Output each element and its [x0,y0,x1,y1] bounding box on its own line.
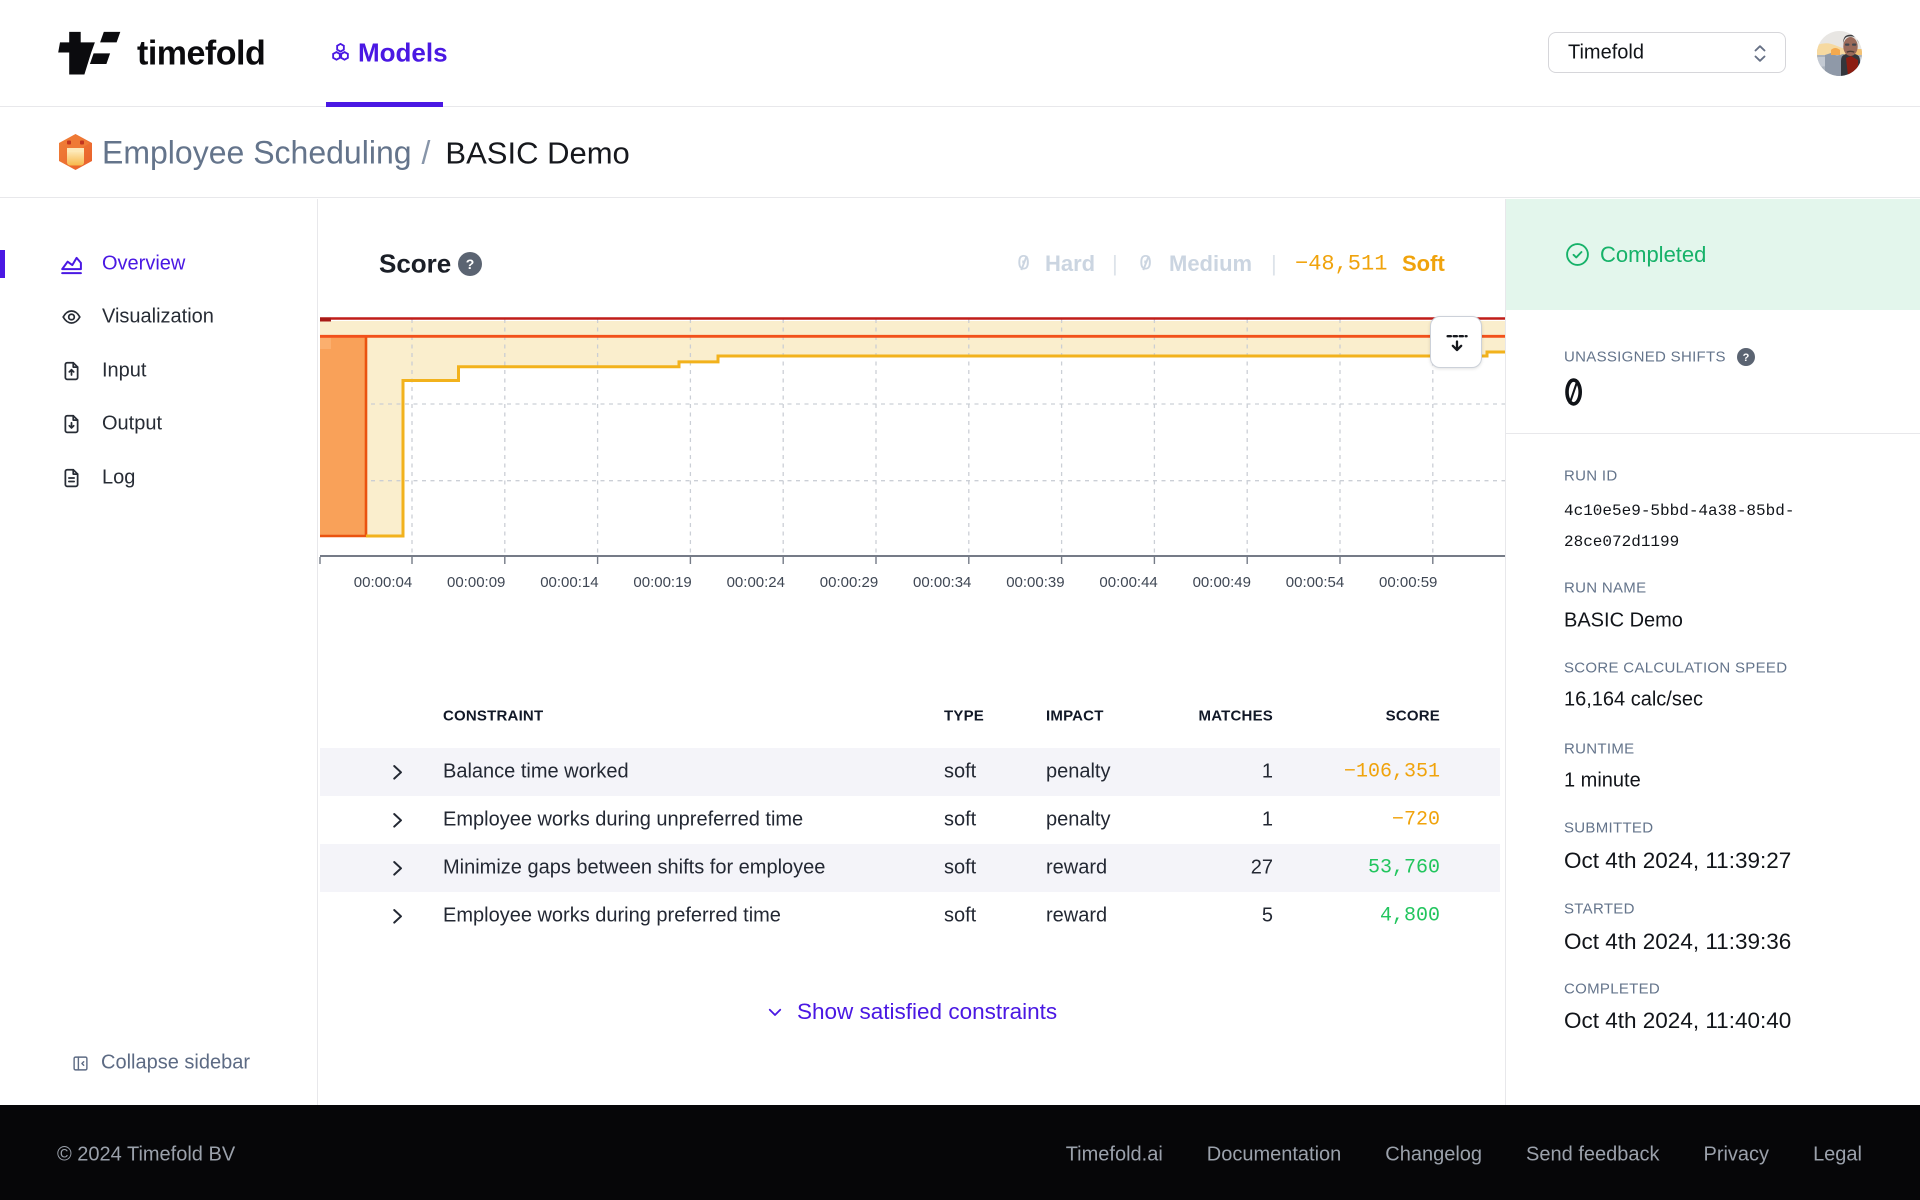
svg-text:00:00:09: 00:00:09 [447,574,505,591]
svg-text:00:00:39: 00:00:39 [1006,574,1064,591]
svg-text:00:00:49: 00:00:49 [1193,574,1251,591]
svg-text:00:00:29: 00:00:29 [820,574,878,591]
svg-text:00:00:54: 00:00:54 [1286,574,1344,591]
svg-text:00:00:14: 00:00:14 [540,574,598,591]
svg-text:?: ? [1743,352,1750,364]
svg-text:00:00:59: 00:00:59 [1379,574,1437,591]
svg-text:00:00:34: 00:00:34 [913,574,971,591]
svg-text:00:00:19: 00:00:19 [633,574,691,591]
svg-text:00:00:04: 00:00:04 [354,574,412,591]
svg-text:00:00:44: 00:00:44 [1099,574,1157,591]
svg-text:00:00:24: 00:00:24 [727,574,785,591]
